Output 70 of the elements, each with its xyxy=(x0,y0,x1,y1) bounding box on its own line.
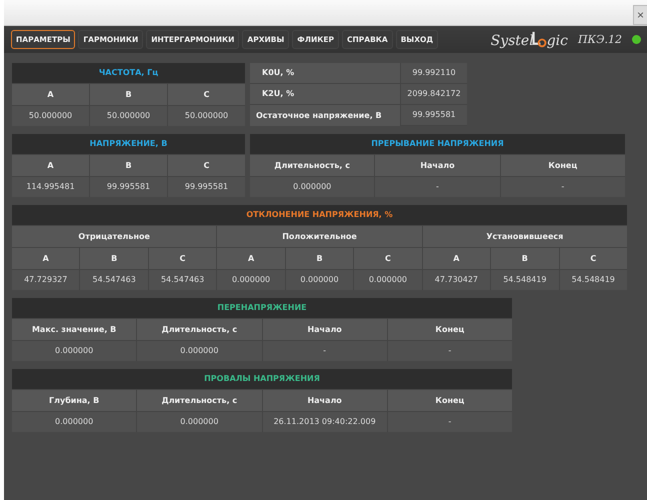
device-model: ПКЭ.12 xyxy=(578,33,622,46)
column-header: C xyxy=(560,248,627,269)
column-header: Длительность, с xyxy=(137,390,262,411)
column-header: A xyxy=(422,248,490,269)
parameter-value: 99.995581 xyxy=(401,105,467,125)
table-cell: 50.000000 xyxy=(12,106,89,126)
column-header: B xyxy=(90,84,167,105)
table-cell: 47.729327 xyxy=(12,270,80,290)
table-cell: 0.000000 xyxy=(12,412,136,432)
column-header: C xyxy=(168,155,245,176)
table-cell: - xyxy=(262,341,387,361)
table-cell: 0.000000 xyxy=(217,270,285,290)
column-header: Конец xyxy=(500,155,625,176)
logo: Systel gic xyxy=(490,30,568,49)
column-header: B xyxy=(286,248,354,269)
column-header: Макс. значение, В xyxy=(12,319,136,340)
table-cell: 50.000000 xyxy=(90,106,167,126)
column-header: Длительность, с xyxy=(250,155,374,176)
table-cell: 0.000000 xyxy=(137,341,262,361)
column-header: Глубина, В xyxy=(12,390,136,411)
table-cell: - xyxy=(388,341,512,361)
column-group-header: Положительное xyxy=(217,226,422,247)
table-cell: 0.000000 xyxy=(250,177,374,197)
column-header: Конец xyxy=(388,319,512,340)
column-header: C xyxy=(168,84,245,105)
table-cell: 114.995481 xyxy=(12,177,89,197)
close-button[interactable]: × xyxy=(633,5,647,25)
section-header: ЧАСТОТА, Гц xyxy=(12,63,245,83)
column-header: C xyxy=(354,248,422,269)
table-cell: - xyxy=(388,412,512,432)
column-header: Конец xyxy=(388,390,512,411)
column-header: Начало xyxy=(375,155,500,176)
table-cell: 0.000000 xyxy=(137,412,262,432)
section-header: ПЕРЕНАПРЯЖЕНИЕ xyxy=(12,298,512,318)
table-cell: 54.547463 xyxy=(148,270,216,290)
table-cell: 54.547463 xyxy=(80,270,148,290)
table-cell: 0.000000 xyxy=(354,270,422,290)
table-cell: 99.995581 xyxy=(168,177,245,197)
parameter-label: Остаточное напряжение, В xyxy=(250,105,400,126)
column-header: A xyxy=(12,84,89,105)
parameter-value: 99.992110 xyxy=(401,63,467,83)
column-header: B xyxy=(80,248,148,269)
section-header: ПРЕРЫВАНИЕ НАПРЯЖЕНИЯ xyxy=(250,134,625,154)
section-header: ОТКЛОНЕНИЕ НАПРЯЖЕНИЯ, % xyxy=(12,205,627,225)
section-header: ПРОВАЛЫ НАПРЯЖЕНИЯ xyxy=(12,369,512,389)
column-header: Начало xyxy=(262,319,387,340)
table-cell: 26.11.2013 09:40:22.009 xyxy=(262,412,387,432)
column-header: Начало xyxy=(262,390,387,411)
table-cell: 54.548419 xyxy=(560,270,627,290)
table-cell: 47.730427 xyxy=(422,270,490,290)
column-group-header: Установившееся xyxy=(422,226,627,247)
table-cell: 99.995581 xyxy=(90,177,167,197)
table-cell: 50.000000 xyxy=(168,106,245,126)
section-header: НАПРЯЖЕНИЕ, В xyxy=(12,134,245,154)
table-cell: 54.548419 xyxy=(491,270,559,290)
column-header: Длительность, с xyxy=(137,319,262,340)
column-header: B xyxy=(491,248,559,269)
column-header: C xyxy=(148,248,216,269)
table-cell: 0.000000 xyxy=(286,270,354,290)
column-header: A xyxy=(12,155,89,176)
column-header: A xyxy=(12,248,80,269)
parameter-value: 2099.842172 xyxy=(401,84,467,104)
column-header: A xyxy=(217,248,285,269)
parameter-label: K0U, % xyxy=(250,63,400,83)
table-cell: - xyxy=(500,177,625,197)
parameter-label: K2U, % xyxy=(250,84,400,104)
column-header: B xyxy=(90,155,167,176)
table-cell: 0.000000 xyxy=(12,341,136,361)
table-cell: - xyxy=(375,177,500,197)
column-group-header: Отрицательное xyxy=(12,226,216,247)
